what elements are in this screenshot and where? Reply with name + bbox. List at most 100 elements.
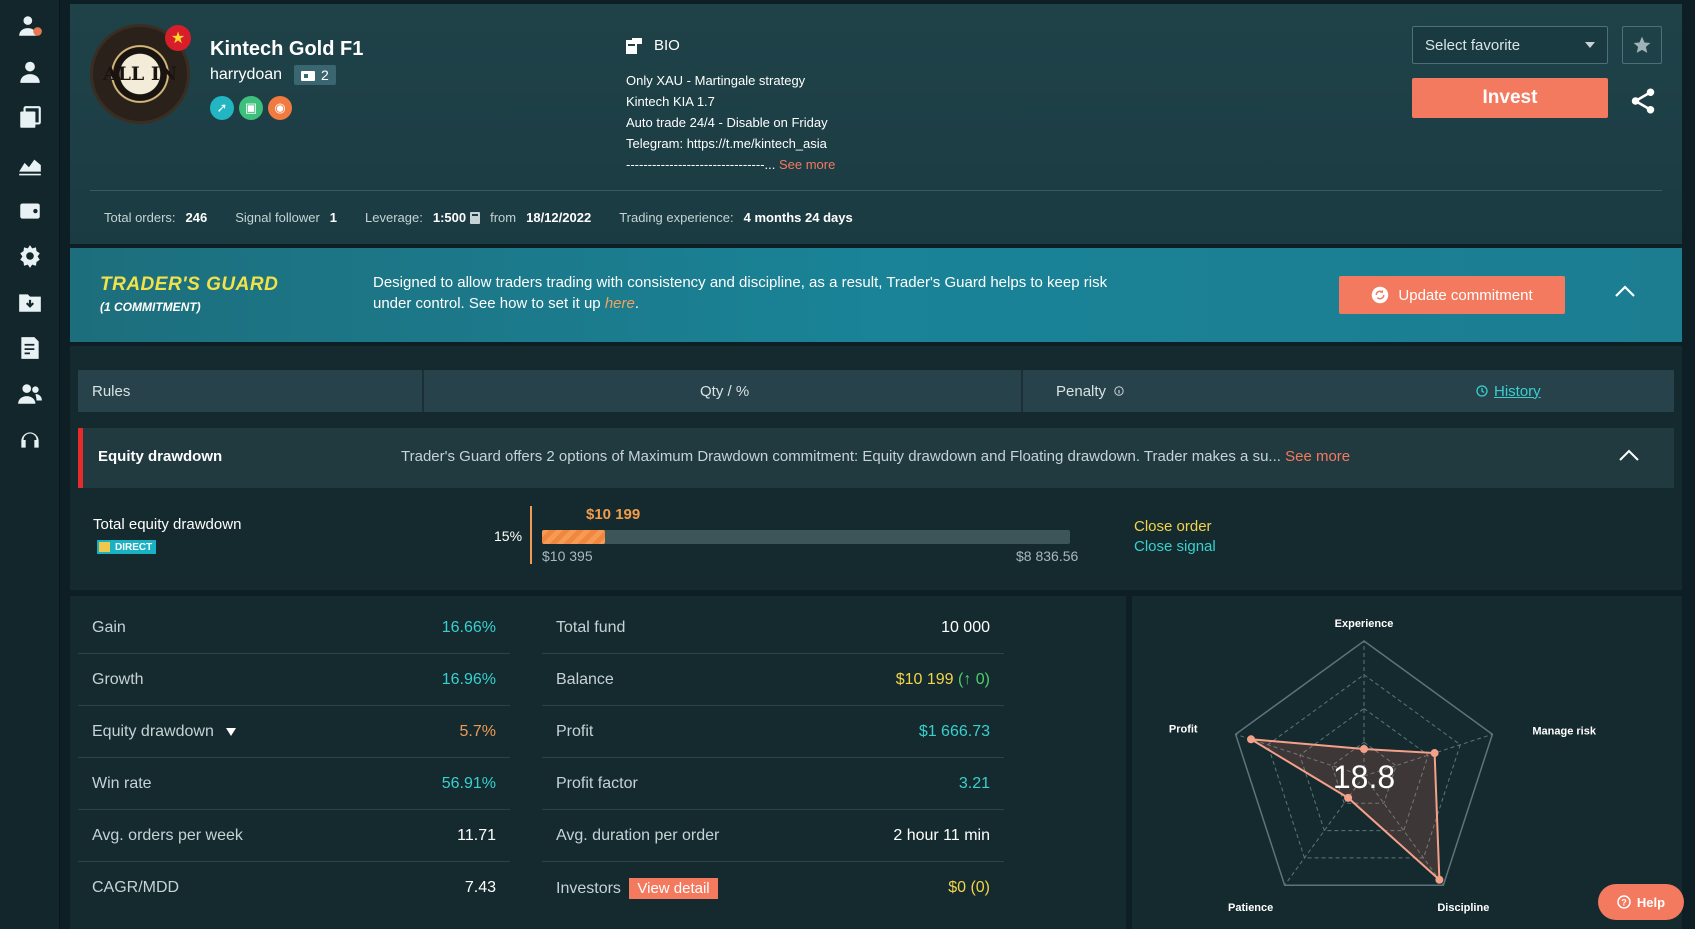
trader-name: Kintech Gold F1 (210, 38, 364, 60)
stat-value: 16.66% (441, 618, 496, 636)
rocket-icon[interactable]: ➚ (210, 96, 234, 120)
stat-label: CAGR/MDD (92, 879, 180, 896)
invest-button[interactable]: Invest (1412, 78, 1608, 118)
clock-icon (1476, 385, 1488, 397)
bio-line: --------------------------------... (626, 157, 779, 172)
copy-count-badge: 2 (294, 65, 336, 85)
stat-value: 56.91% (441, 774, 496, 792)
stat-label: Profit (556, 722, 594, 740)
rules-panel: Rules Qty / % Penalty History Equity dra… (70, 346, 1682, 590)
stat-value: 11.71 (457, 826, 496, 844)
traders-guard-banner: TRADER'S GUARD (1 COMMITMENT) Designed t… (70, 248, 1682, 342)
bio-line-last: --------------------------------... See … (626, 154, 835, 175)
chart-icon[interactable] (16, 150, 44, 178)
bio-line: Auto trade 24/4 - Disable on Friday (626, 115, 828, 130)
equity-see-more-link[interactable]: See more (1285, 448, 1350, 465)
users-icon[interactable] (16, 380, 44, 408)
stat-value: 5.7% (459, 722, 496, 740)
history-container: History (1476, 370, 1541, 412)
user-icon[interactable] (16, 58, 44, 86)
balance-change: (↑ 0) (958, 670, 990, 688)
equity-drawdown-row[interactable]: Equity drawdown Trader's Guard offers 2 … (78, 428, 1674, 488)
guard-here-link[interactable]: here (605, 295, 635, 312)
stat-label: Total fund (556, 618, 626, 636)
help-label: Help (1636, 894, 1666, 910)
stat-row-balance: Balance $10 199 (↑ 0) (542, 654, 1004, 706)
copy-count: 2 (321, 67, 329, 83)
current-equity-value: $10 199 (586, 506, 641, 523)
radar-axis-label: Experience (1335, 618, 1394, 630)
settings-icon[interactable] (16, 242, 44, 270)
stat-value: $10 199 (895, 670, 954, 688)
divider (90, 190, 1662, 191)
equity-drawdown-text: Trader's Guard offers 2 options of Maxim… (401, 448, 1281, 465)
update-commitment-button[interactable]: Update commitment (1339, 276, 1565, 314)
stat-value: $1 666.73 (918, 722, 990, 740)
favorite-star-button[interactable] (1622, 26, 1662, 64)
copy-signal-icon[interactable] (16, 104, 44, 132)
guard-description-period: . (634, 295, 640, 312)
robot-icon[interactable]: ▣ (239, 96, 263, 120)
wallet-icon[interactable] (16, 196, 44, 224)
stat-row-total-fund: Total fund 10 000 (542, 602, 1004, 654)
view-detail-button[interactable]: View detail (629, 877, 718, 899)
stat-value: 10 000 (941, 618, 990, 636)
drawdown-progress-bar (542, 530, 1070, 544)
achievement-badges: ➚ ▣ ◉ (210, 96, 292, 120)
guard-title: TRADER'S GUARD (100, 274, 279, 295)
radar-axis-label: Patience (1228, 902, 1273, 914)
trader-profile-card: ALL IN ★ Kintech Gold F1 harrydoan 2 ➚ ▣… (70, 4, 1682, 244)
stat-label: Balance (556, 670, 614, 688)
column-separator (1021, 370, 1023, 412)
stat-label: Investors (556, 879, 621, 897)
radar-data-point (1435, 875, 1444, 884)
radar-axis-label: Profit (1169, 723, 1198, 735)
stat-label-with-dropdown: Equity drawdown (92, 723, 237, 741)
stat-row-win-rate: Win rate 56.91% (78, 758, 510, 810)
total-orders-value: 246 (185, 210, 208, 225)
bio-see-more-link[interactable]: See more (779, 157, 835, 172)
radar-axis-label: Manage risk (1532, 725, 1596, 737)
radar-data-point (1247, 735, 1256, 744)
update-commitment-label: Update commitment (1398, 286, 1533, 304)
trader-score-value: 18.8 (1333, 759, 1395, 795)
stat-row-gain: Gain 16.66% (78, 602, 510, 654)
bio-line: Telegram: https://t.me/kintech_asia (626, 136, 827, 151)
chevron-down-icon (1585, 42, 1595, 48)
help-button[interactable]: ? Help (1598, 884, 1684, 920)
guard-description: Designed to allow traders trading with c… (373, 272, 1133, 314)
chevron-up-icon[interactable] (1614, 284, 1636, 298)
svg-text:?: ? (1621, 898, 1627, 908)
qty-column-header: Qty / % (700, 382, 750, 400)
signal-follower-label: Signal follower (235, 210, 320, 225)
history-link[interactable]: History (1476, 383, 1541, 400)
chevron-up-icon[interactable] (1618, 448, 1640, 462)
penalty-close-order: Close order (1134, 518, 1212, 535)
trading-experience-value: 4 months 24 days (743, 210, 853, 225)
signal-broadcast-icon[interactable]: ◉ (268, 96, 292, 120)
stat-row-equity-drawdown[interactable]: Equity drawdown 5.7% (78, 706, 510, 758)
stat-value: 3.21 (958, 774, 990, 792)
stat-row-avg-orders: Avg. orders per week 11.71 (78, 810, 510, 862)
headset-icon[interactable] (16, 426, 44, 454)
question-icon: ? (1617, 895, 1631, 909)
stat-row-investors: Investors View detail $0 (0) (542, 862, 1004, 914)
download-box-icon[interactable] (16, 288, 44, 316)
stat-row-profit-factor: Profit factor 3.21 (542, 758, 1004, 810)
report-icon[interactable] (16, 334, 44, 362)
stat-row-profit: Profit $1 666.73 (542, 706, 1004, 758)
rules-table-header: Rules Qty / % Penalty History (78, 370, 1674, 412)
sidebar (0, 0, 60, 929)
user-badge-icon[interactable] (16, 12, 44, 40)
bio-text: Only XAU - Martingale strategy Kintech K… (626, 70, 835, 175)
bio-heading: BIO (626, 36, 680, 54)
share-icon[interactable] (1628, 86, 1658, 116)
penalty-close-signal: Close signal (1134, 538, 1216, 555)
caret-down-icon[interactable] (226, 727, 237, 736)
vietnam-flag-icon: ★ (165, 25, 191, 51)
favorite-select[interactable]: Select favorite (1412, 26, 1608, 64)
info-icon[interactable] (1114, 386, 1124, 396)
from-date: 18/12/2022 (526, 210, 592, 225)
radar-data-point (1360, 745, 1368, 753)
stat-label: Avg. orders per week (92, 826, 243, 844)
